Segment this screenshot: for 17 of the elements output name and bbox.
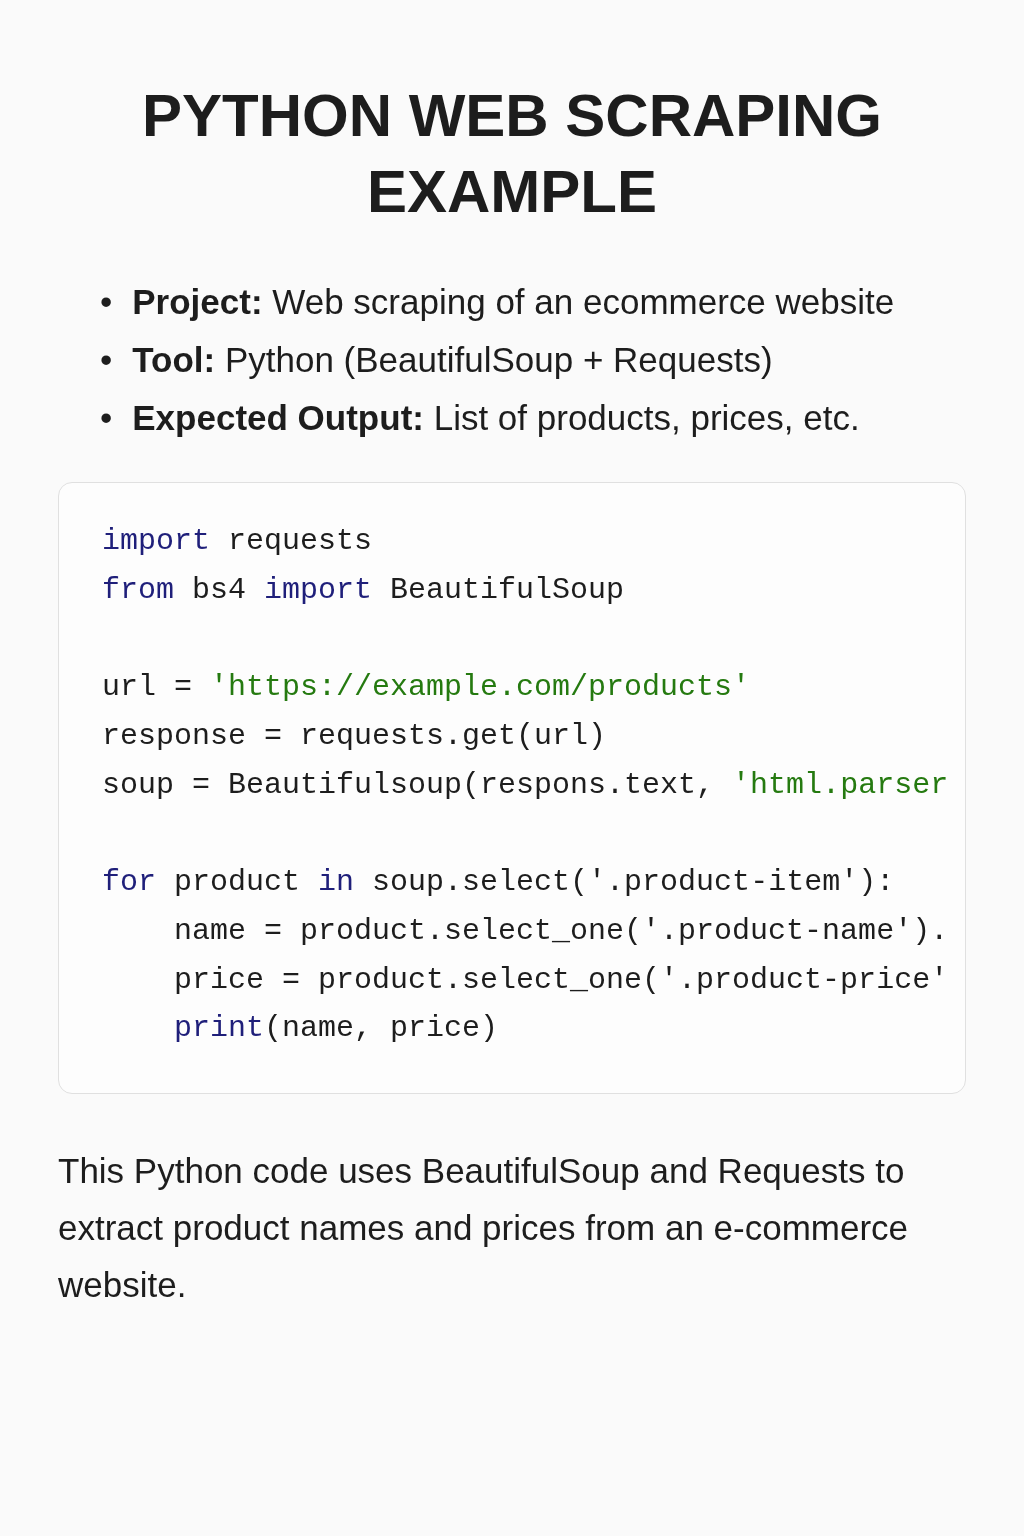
code-line: price = product.select_one('.product-price' [173, 961, 949, 999]
code-line: from bs4 import BeautifulSoup [102, 572, 625, 610]
page-title: PYTHON WEB SCRAPING EXAMPLE [140, 81, 883, 228]
description-paragraph: This Python code uses BeautifulSoup and Requests to extract product names and prices from an e-commerce website. [58, 1150, 910, 1307]
bullet-text: Project: Web scraping of an ecommerce website [132, 281, 895, 324]
code-line: soup = Beautifulsoup(respons.text, 'html.parser [102, 766, 949, 804]
code-line: for product in soup.select('.product-item'): [102, 864, 895, 902]
code-line: import requests [102, 523, 373, 561]
bullet-text: Expected Output: List of products, prices, etc. [132, 397, 860, 440]
bullet-marker: • [100, 281, 113, 324]
bullet-text: Tool: Python (BeautifulSoup + Requests) [132, 339, 773, 382]
code-line: name = product.select_one('.product-name'). [173, 912, 949, 950]
code-line: print(name, price) [173, 1010, 499, 1048]
code-line: response = requests.get(url) [102, 718, 607, 756]
code-line: url = 'https://example.com/products' [102, 669, 751, 707]
bullet-marker: • [100, 397, 113, 440]
bullet-marker: • [100, 339, 113, 382]
